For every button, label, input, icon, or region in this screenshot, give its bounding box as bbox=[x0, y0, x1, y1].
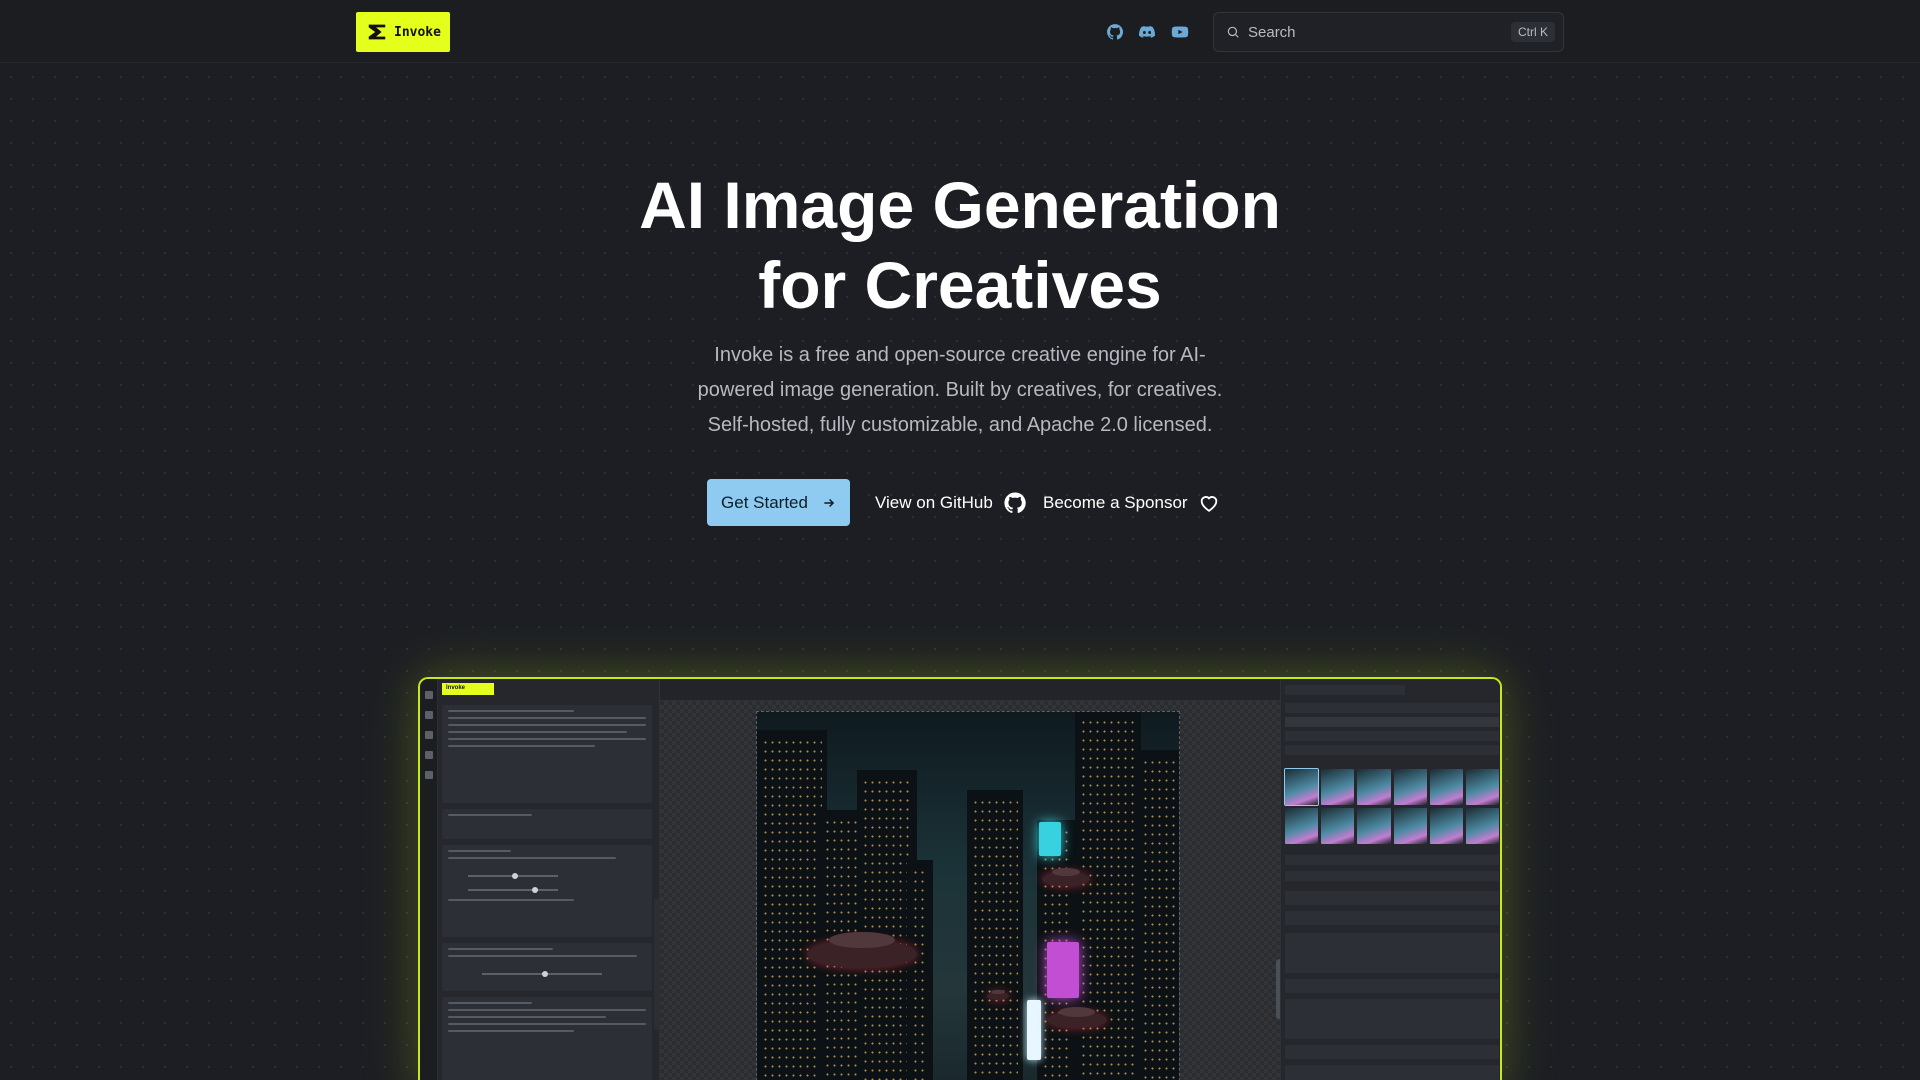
hero-title-line-1: AI Image Generation bbox=[639, 168, 1281, 242]
arrow-right-icon bbox=[824, 498, 835, 507]
hero-subtitle-line-2: powered image generation. Built by creat… bbox=[697, 379, 1223, 401]
hero-title-line-2: for Creatives bbox=[758, 248, 1162, 322]
hero-subtitle: Invoke is a free and open-source creativ… bbox=[660, 338, 1260, 443]
app-settings-panel: Invoke bbox=[438, 679, 660, 1080]
grid-icon bbox=[424, 731, 433, 739]
github-icon bbox=[1107, 24, 1124, 40]
become-a-sponsor-button[interactable]: Become a Sponsor bbox=[1043, 479, 1220, 526]
get-started-label: Get Started bbox=[721, 492, 808, 512]
app-icon-sidebar bbox=[420, 679, 438, 1080]
text-icon bbox=[424, 711, 433, 719]
app-gallery-panel bbox=[1280, 679, 1500, 1080]
app-invoke-tab: Invoke bbox=[442, 683, 494, 695]
brush-icon bbox=[424, 771, 433, 779]
gallery-thumbnails bbox=[1283, 768, 1499, 844]
view-on-github-label: View on GitHub bbox=[875, 492, 993, 512]
image-icon bbox=[424, 751, 433, 759]
hero-subtitle-line-3: Self-hosted, fully customizable, and Apa… bbox=[707, 414, 1213, 436]
app-canvas-area bbox=[660, 679, 1280, 1080]
youtube-link[interactable] bbox=[1170, 22, 1190, 42]
search-shortcut-badge: Ctrl K bbox=[1511, 22, 1555, 42]
logo-text: Invoke bbox=[394, 24, 441, 40]
heart-icon bbox=[1200, 495, 1217, 512]
become-a-sponsor-label: Become a Sponsor bbox=[1043, 492, 1188, 512]
app-logo-icon bbox=[424, 691, 433, 699]
image-to-image-section bbox=[442, 943, 652, 991]
search-icon bbox=[1227, 26, 1239, 38]
youtube-icon bbox=[1171, 26, 1189, 38]
invoke-logo-icon bbox=[368, 24, 386, 40]
prompt-section bbox=[442, 705, 652, 803]
app-screenshot-preview: Invoke bbox=[418, 677, 1502, 1080]
image-settings-section bbox=[442, 845, 652, 937]
discord-link[interactable] bbox=[1137, 22, 1157, 42]
top-navigation: Invoke Ctrl K bbox=[0, 0, 1920, 63]
generated-cyberpunk-city-image bbox=[756, 711, 1180, 1080]
github-icon bbox=[1004, 491, 1026, 513]
get-started-button[interactable]: Get Started bbox=[707, 479, 850, 526]
negative-prompt-section bbox=[442, 809, 652, 839]
view-on-github-button[interactable]: View on GitHub bbox=[875, 479, 1027, 526]
generation-section bbox=[442, 997, 652, 1080]
search-input[interactable] bbox=[1248, 23, 1511, 41]
search-box[interactable]: Ctrl K bbox=[1213, 12, 1564, 52]
canvas-toolbar bbox=[660, 679, 1280, 701]
discord-icon bbox=[1139, 26, 1156, 38]
hero-subtitle-line-1: Invoke is a free and open-source creativ… bbox=[714, 344, 1206, 366]
invoke-logo[interactable]: Invoke bbox=[356, 12, 450, 52]
hero-title: AI Image Generation for Creatives bbox=[460, 165, 1460, 325]
github-link[interactable] bbox=[1105, 22, 1125, 42]
